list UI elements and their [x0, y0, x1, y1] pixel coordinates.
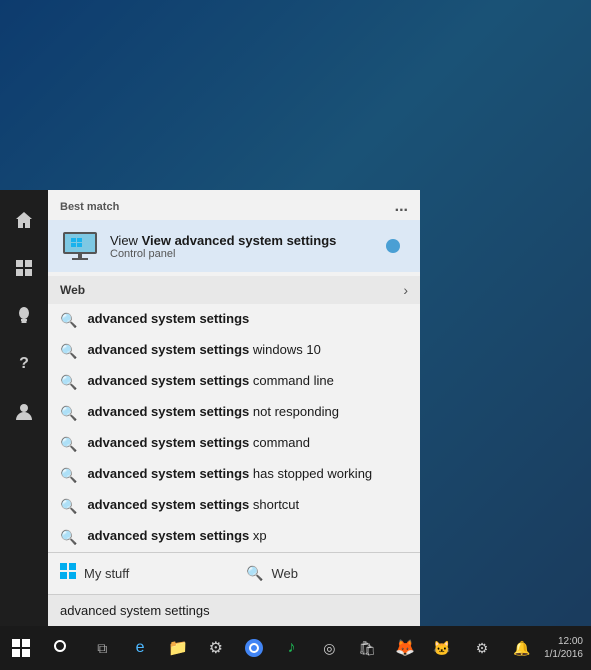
notification-icon[interactable]: 🔔 [504, 626, 540, 670]
monitor-icon [61, 231, 99, 261]
web-label: Web [60, 283, 85, 297]
result-text-0: advanced system settings [87, 310, 249, 328]
result-text-1: advanced system settings windows 10 [87, 341, 320, 359]
search-icon-3: 🔍 [60, 405, 77, 422]
tab-web-label: Web [271, 566, 298, 581]
taskbar-right: 🐱 ⚙ 🔔 12:00 1/1/2016 [424, 626, 591, 670]
web-search-icon: 🔍 [246, 565, 263, 582]
search-icon-4: 🔍 [60, 436, 77, 453]
time: 12:00 [544, 635, 583, 648]
search-icon-5: 🔍 [60, 467, 77, 484]
result-text-6: advanced system settings shortcut [87, 496, 299, 514]
taskbar: ⧉ e 📁 ⚙ ♪ ◎ 🛍 🦊 🐱 ⚙ 🔔 12:00 1/1/20 [0, 626, 591, 670]
spotify-icon[interactable]: ♪ [273, 626, 311, 670]
clock: 12:00 1/1/2016 [544, 635, 583, 661]
sidebar-icon-home[interactable] [2, 198, 46, 242]
best-match-subtitle: Control panel [110, 248, 336, 260]
desktop: ? Best match ... [0, 0, 591, 670]
more-options-button[interactable]: ... [395, 198, 408, 216]
best-match-title-bold: View advanced system settings [142, 233, 337, 248]
taskbar-icon-1[interactable]: ◎ [310, 626, 348, 670]
result-item-0[interactable]: 🔍 advanced system settings [48, 304, 420, 335]
result-text-7: advanced system settings xp [87, 527, 266, 545]
result-item-6[interactable]: 🔍 advanced system settings shortcut [48, 490, 420, 521]
result-item-5[interactable]: 🔍 advanced system settings has stopped w… [48, 459, 420, 490]
result-item-7[interactable]: 🔍 advanced system settings xp [48, 521, 420, 552]
search-input-bar[interactable]: advanced system settings [48, 594, 420, 626]
windows-logo-icon [60, 563, 76, 584]
start-menu: ? Best match ... [0, 190, 420, 626]
task-view-button[interactable]: ⧉ [83, 626, 121, 670]
tab-web[interactable]: 🔍 Web [234, 553, 420, 594]
settings-taskbar-icon[interactable]: ⚙ [197, 626, 235, 670]
result-text-4: advanced system settings command [87, 434, 310, 452]
web-arrow-icon: › [403, 282, 408, 298]
sidebar: ? [0, 190, 48, 626]
taskbar-icon-2[interactable]: 🛍 [348, 626, 386, 670]
result-item-1[interactable]: 🔍 advanced system settings windows 10 [48, 335, 420, 366]
web-section[interactable]: Web › [48, 276, 420, 304]
result-text-5: advanced system settings has stopped wor… [87, 465, 372, 483]
result-text-2: advanced system settings command line [87, 372, 333, 390]
taskbar-icon-3[interactable]: 🦊 [386, 626, 424, 670]
chrome-icon[interactable] [235, 626, 273, 670]
search-icon-6: 🔍 [60, 498, 77, 515]
date: 1/1/2016 [544, 648, 583, 661]
tab-my-stuff-label: My stuff [84, 566, 129, 581]
best-match-text: View View advanced system settings Contr… [110, 233, 336, 260]
sidebar-icon-bulb[interactable] [2, 294, 46, 338]
bottom-tabs: My stuff 🔍 Web [48, 552, 420, 594]
loading-indicator [386, 239, 400, 253]
result-item-2[interactable]: 🔍 advanced system settings command line [48, 366, 420, 397]
result-text-3: advanced system settings not responding [87, 403, 338, 421]
edge-icon[interactable]: e [121, 626, 159, 670]
taskbar-gear-icon[interactable]: ⚙ [464, 626, 500, 670]
file-explorer-icon[interactable]: 📁 [159, 626, 197, 670]
best-match-header: Best match ... [48, 190, 420, 220]
tab-my-stuff[interactable]: My stuff [48, 553, 234, 594]
best-match-icon [60, 230, 100, 262]
search-panel: Best match ... [48, 190, 420, 626]
search-query-text: advanced system settings [60, 603, 210, 618]
search-icon-0: 🔍 [60, 312, 77, 329]
result-item-3[interactable]: 🔍 advanced system settings not respondin… [48, 397, 420, 428]
best-match-title: View View advanced system settings [110, 233, 336, 248]
search-icon-2: 🔍 [60, 374, 77, 391]
start-button[interactable] [0, 626, 42, 670]
taskbar-icon-4[interactable]: 🐱 [424, 626, 460, 670]
cortana-search-button[interactable] [42, 626, 84, 670]
sidebar-icon-person[interactable] [2, 390, 46, 434]
search-icon-7: 🔍 [60, 529, 77, 546]
best-match-label: Best match [60, 201, 119, 213]
search-icon-1: 🔍 [60, 343, 77, 360]
result-item-4[interactable]: 🔍 advanced system settings command [48, 428, 420, 459]
sidebar-icon-question[interactable]: ? [2, 342, 46, 386]
best-match-item[interactable]: View View advanced system settings Contr… [48, 220, 420, 272]
sidebar-icon-grid[interactable] [2, 246, 46, 290]
